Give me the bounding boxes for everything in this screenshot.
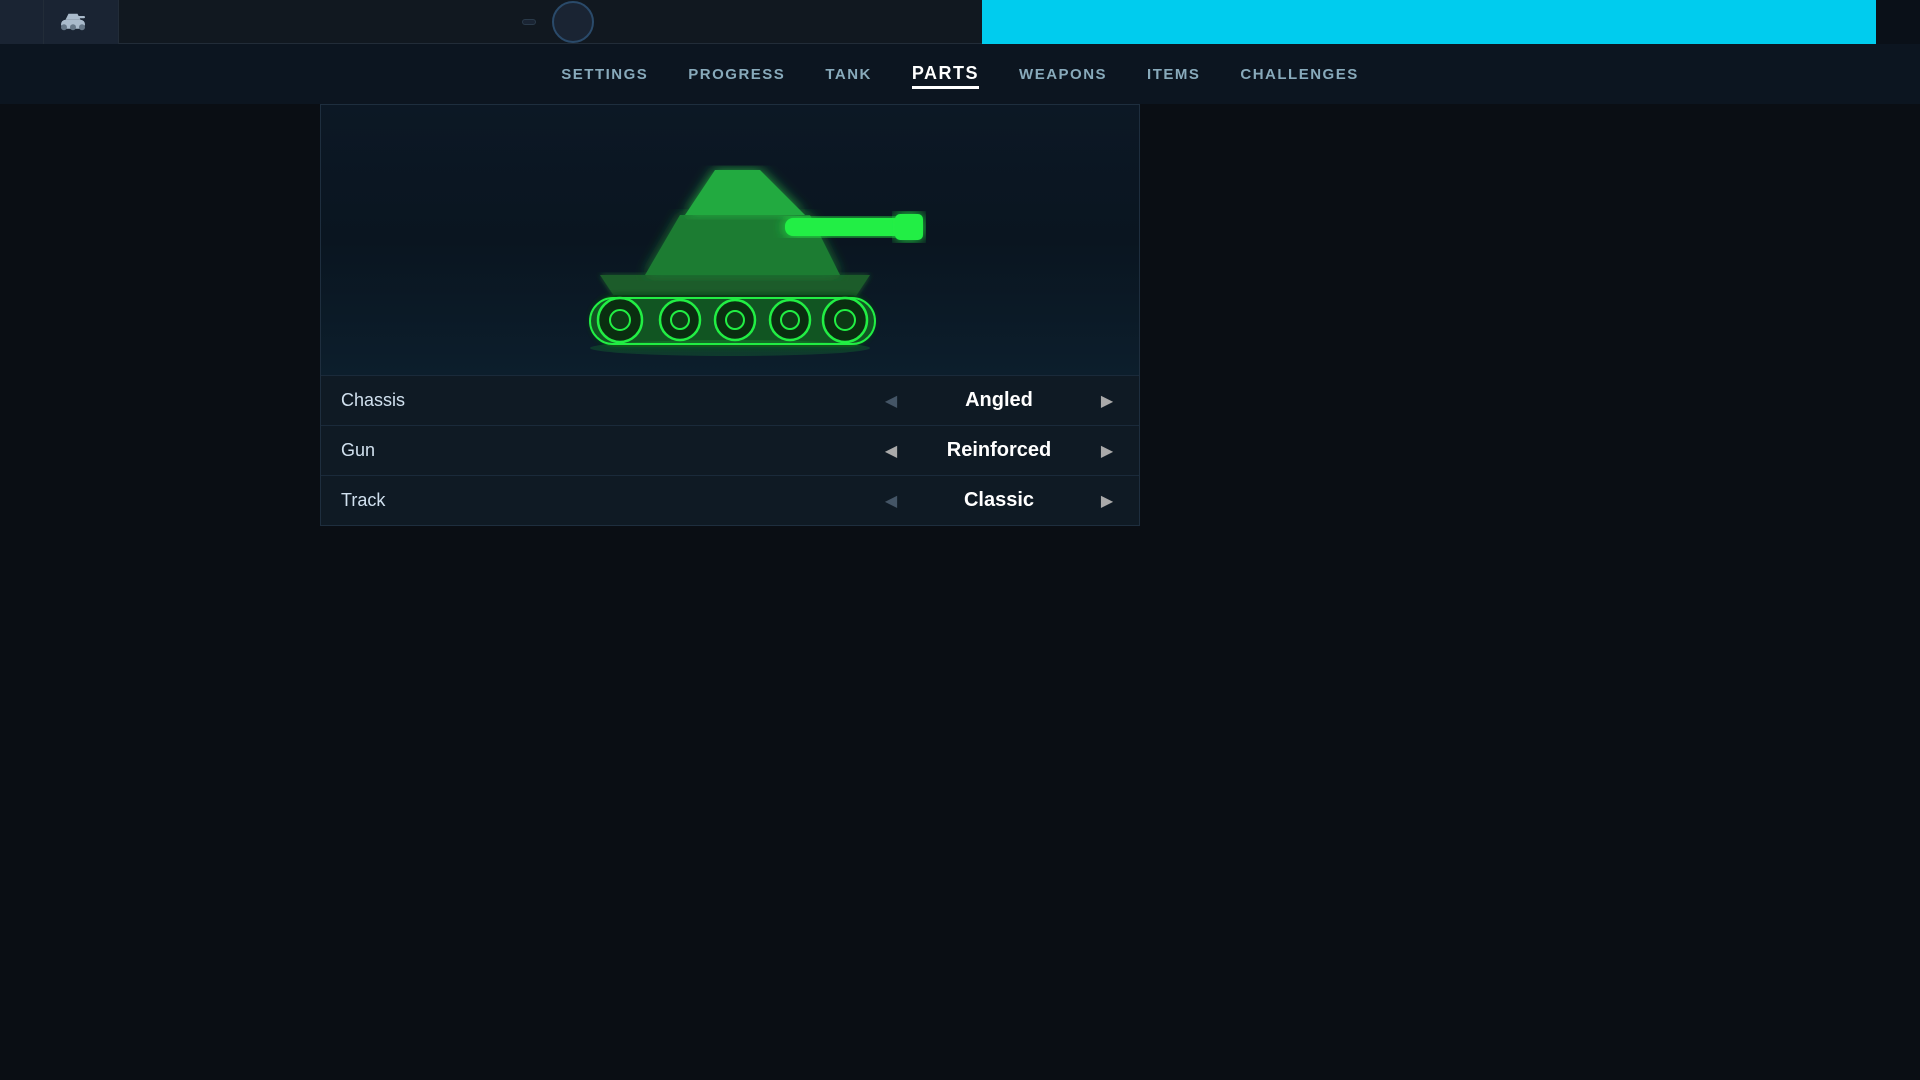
nav-item-parts[interactable]: PARTS: [912, 59, 979, 89]
part-value-chassis: Angled: [919, 389, 1079, 412]
part-prev-track: ◀: [879, 489, 903, 513]
parts-list: Chassis◀Angled▶Gun◀Reinforced▶Track◀Clas…: [321, 375, 1139, 525]
hub-section[interactable]: [44, 0, 119, 44]
part-row-track: Track◀ Classic ▶: [321, 475, 1139, 525]
part-value-track: Classic: [919, 489, 1079, 512]
part-prev-chassis: ◀: [879, 389, 903, 413]
nav-item-settings[interactable]: SETTINGS: [561, 62, 648, 87]
part-name-track: Track: [341, 490, 879, 511]
part-next-chassis[interactable]: ▶: [1095, 389, 1119, 413]
part-controls-track: ◀ Classic ▶: [879, 489, 1119, 513]
center-info: [119, 1, 982, 43]
xp-bar: [982, 0, 1877, 44]
part-prev-gun[interactable]: ◀: [879, 439, 903, 463]
part-next-track[interactable]: ▶: [1095, 489, 1119, 513]
part-row-chassis: Chassis◀ Angled ▶: [321, 375, 1139, 425]
part-value-gun: Reinforced: [919, 439, 1079, 462]
part-controls-chassis: ◀ Angled ▶: [879, 389, 1119, 413]
username-badge: [522, 19, 536, 25]
nav-item-items[interactable]: ITEMS: [1147, 62, 1200, 87]
part-row-gun: Gun◀ Reinforced ▶: [321, 425, 1139, 475]
part-controls-gun: ◀ Reinforced ▶: [879, 439, 1119, 463]
level-badge: [552, 1, 594, 43]
nav-item-tank[interactable]: TANK: [825, 62, 872, 87]
top-bar: [0, 0, 1920, 44]
navigation: SETTINGS PROGRESS TANK PARTS WEAPONS ITEMS CHA…: [0, 44, 1920, 104]
part-name-chassis: Chassis: [341, 390, 879, 411]
nav-item-weapons[interactable]: WEAPONS: [1019, 62, 1107, 87]
part-name-gun: Gun: [341, 440, 879, 461]
hub-tank-icon: [58, 12, 88, 32]
nav-item-progress[interactable]: PROGRESS: [688, 62, 785, 87]
main-panel: Chassis◀Angled▶Gun◀Reinforced▶Track◀Clas…: [320, 104, 1140, 526]
nav-item-challenges[interactable]: CHALLENGES: [1240, 62, 1358, 87]
tank-preview: [321, 105, 1139, 375]
settings-button[interactable]: [0, 0, 44, 44]
close-top-button[interactable]: [1876, 0, 1920, 44]
tank-image: [490, 120, 970, 360]
part-next-gun[interactable]: ▶: [1095, 439, 1119, 463]
